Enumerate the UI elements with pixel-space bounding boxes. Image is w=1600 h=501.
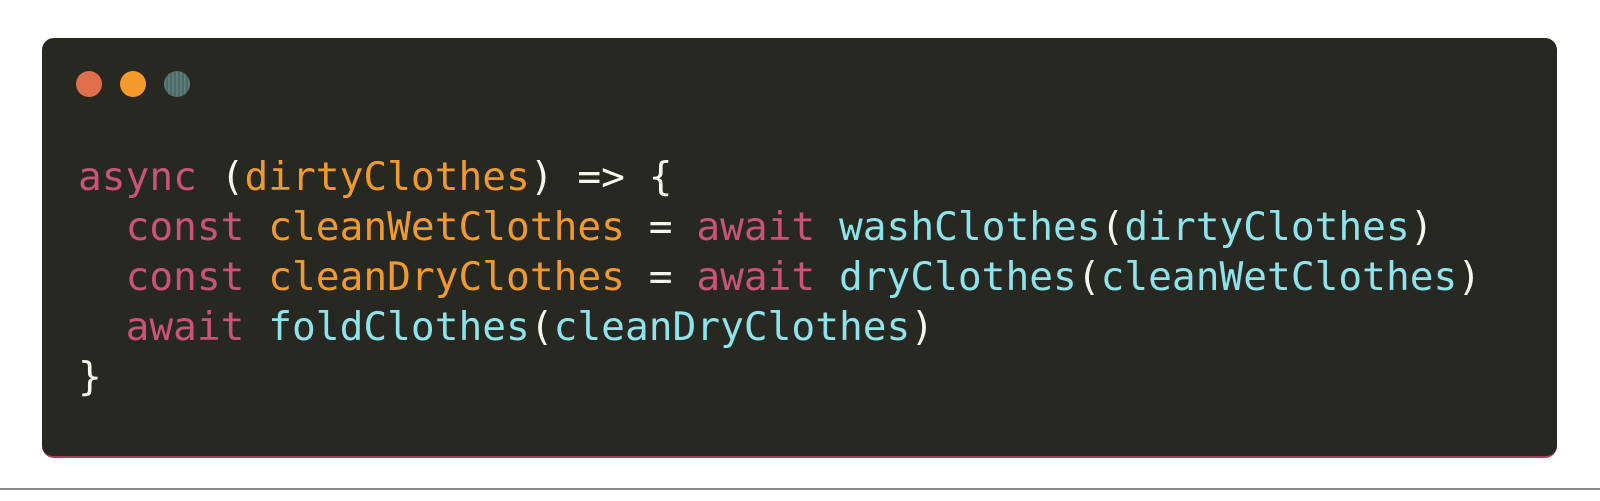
close-window-icon[interactable] (76, 71, 102, 97)
code-token-punctuation (244, 254, 268, 300)
minimize-window-icon[interactable] (120, 71, 146, 97)
code-line: await foldClothes(cleanDryClothes) (78, 302, 1481, 352)
code-token-keyword: await (696, 204, 816, 250)
code-block: async (dirtyClothes) => { const cleanWet… (78, 152, 1481, 402)
code-token-function: foldClothes (268, 304, 530, 350)
code-token-punctuation (244, 304, 268, 350)
code-token-punctuation: ) (1457, 254, 1482, 300)
code-token-punctuation: ( (529, 304, 554, 350)
code-token-function: cleanDryClothes (553, 304, 911, 350)
code-token-parameter: dirtyClothes (244, 154, 530, 200)
code-token-punctuation (78, 204, 126, 250)
code-token-punctuation (815, 204, 839, 250)
code-token-punctuation: = (624, 254, 697, 300)
code-token-punctuation: = (624, 204, 697, 250)
code-token-punctuation (78, 304, 126, 350)
code-token-punctuation: ) (910, 304, 935, 350)
code-token-punctuation (78, 254, 126, 300)
code-line: async (dirtyClothes) => { (78, 152, 1481, 202)
code-token-parameter: cleanDryClothes (268, 254, 625, 300)
code-token-keyword: async (78, 154, 197, 200)
code-token-punctuation: } (78, 354, 102, 400)
code-token-punctuation: ( (196, 154, 245, 200)
divider (0, 488, 1600, 490)
code-token-punctuation: ) => { (529, 154, 673, 200)
code-token-punctuation: ( (1100, 204, 1125, 250)
code-token-function: washClothes (839, 204, 1101, 250)
code-token-parameter: cleanWetClothes (268, 204, 625, 250)
code-line: } (78, 352, 1481, 402)
code-token-keyword: await (125, 304, 245, 350)
code-window: async (dirtyClothes) => { const cleanWet… (42, 38, 1557, 458)
code-token-punctuation (815, 254, 839, 300)
code-token-function: dirtyClothes (1124, 204, 1410, 250)
code-token-punctuation: ( (1076, 254, 1101, 300)
code-token-keyword: const (125, 204, 245, 250)
code-token-keyword: const (125, 254, 245, 300)
zoom-window-icon[interactable] (164, 71, 190, 97)
code-token-punctuation (244, 204, 268, 250)
code-line: const cleanWetClothes = await washClothe… (78, 202, 1481, 252)
code-token-function: cleanWetClothes (1100, 254, 1458, 300)
code-token-keyword: await (696, 254, 816, 300)
page: async (dirtyClothes) => { const cleanWet… (0, 0, 1600, 501)
code-token-function: dryClothes (839, 254, 1077, 300)
code-line: const cleanDryClothes = await dryClothes… (78, 252, 1482, 302)
code-token-punctuation: ) (1409, 204, 1434, 250)
